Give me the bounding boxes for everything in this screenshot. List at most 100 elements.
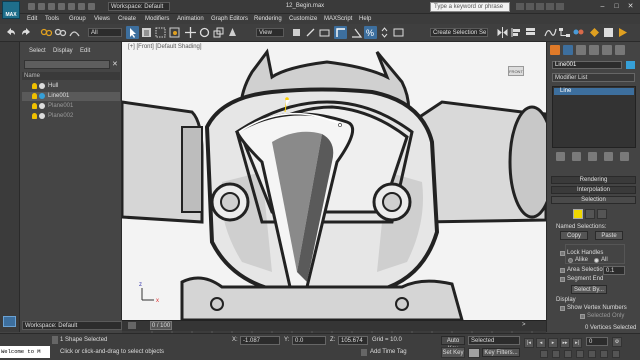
selection-rollout[interactable]: Selection (551, 196, 636, 204)
keyboard-shortcut-override-icon[interactable] (318, 26, 331, 39)
select-by-button[interactable]: Select By... (571, 285, 607, 294)
time-configuration-icon[interactable]: ⚙ (612, 337, 622, 347)
minimize-icon[interactable]: – (596, 1, 609, 12)
time-slider-thumb[interactable]: 0 / 100 (150, 321, 172, 330)
maxscript-listener[interactable]: Welcome to M (0, 346, 50, 358)
x-coordinate-field[interactable]: -1.087 (240, 336, 280, 345)
modify-tab-icon[interactable] (563, 45, 573, 55)
communication-icon[interactable] (536, 3, 544, 10)
named-selection-dropdown[interactable]: Create Selection Se (430, 28, 488, 37)
current-frame-field[interactable]: 0 (586, 337, 608, 346)
menu-graph-editors[interactable]: Graph Editors (211, 14, 248, 24)
window-crossing-icon[interactable] (168, 26, 181, 39)
binoculars-icon[interactable] (516, 3, 524, 10)
schematic-view-icon[interactable] (558, 26, 571, 39)
go-to-start-icon[interactable]: |◂ (524, 338, 534, 348)
show-vertex-numbers-checkbox[interactable] (560, 306, 565, 311)
view-cube[interactable]: FRONT (508, 66, 524, 76)
mirror-icon[interactable] (496, 26, 509, 39)
visibility-icon[interactable] (39, 83, 45, 89)
key-mode-dropdown[interactable]: Selected (468, 336, 520, 345)
utilities-tab-icon[interactable] (615, 45, 625, 55)
configure-modifier-sets-icon[interactable] (620, 152, 629, 161)
edit-named-selection-icon[interactable] (392, 26, 405, 39)
pan-icon[interactable] (588, 350, 596, 358)
z-coordinate-field[interactable]: 105.674 (338, 336, 368, 345)
create-tab-icon[interactable] (550, 45, 560, 55)
scene-column-header[interactable]: Name (22, 72, 120, 80)
menu-create[interactable]: Create (118, 14, 136, 24)
motion-tab-icon[interactable] (589, 45, 599, 55)
layer-explorer-icon[interactable] (524, 26, 537, 39)
key-filters-button[interactable]: Key Filters... (482, 348, 520, 357)
reference-coordinate-dropdown[interactable]: View (256, 28, 284, 37)
remove-modifier-icon[interactable] (604, 152, 613, 161)
workspace-selector[interactable]: Workspace: Default (22, 321, 122, 330)
open-file-icon[interactable] (38, 3, 45, 10)
clear-search-icon[interactable]: ✕ (112, 60, 118, 68)
selection-filter-dropdown[interactable]: All (88, 28, 122, 37)
time-slider[interactable] (122, 320, 546, 331)
go-to-end-icon[interactable]: ▸| (572, 338, 582, 348)
menu-tools[interactable]: Tools (45, 14, 59, 24)
scene-item-hull[interactable]: Hull (22, 82, 120, 91)
spinner-snap-icon[interactable] (378, 26, 391, 39)
modifier-list-dropdown[interactable]: Modifier List (552, 73, 635, 82)
select-and-manipulate-icon[interactable] (304, 26, 317, 39)
object-color-swatch[interactable] (626, 61, 635, 69)
auto-key-button[interactable]: Auto Key (441, 336, 465, 352)
hierarchy-tab-icon[interactable] (576, 45, 586, 55)
menu-maxscript[interactable]: MAXScript (324, 14, 352, 24)
menu-edit[interactable]: Edit (27, 14, 37, 24)
segment-subobject-icon[interactable] (585, 209, 595, 219)
scene-tab-edit[interactable]: Edit (80, 48, 90, 54)
pivot-center-icon[interactable] (290, 26, 303, 39)
move-icon[interactable] (184, 26, 197, 39)
visibility-icon[interactable] (39, 113, 45, 119)
field-of-view-icon[interactable] (576, 350, 584, 358)
curve-editor-icon[interactable] (544, 26, 557, 39)
next-frame-icon[interactable]: ▸▸ (560, 338, 570, 348)
unlink-icon[interactable] (54, 26, 67, 39)
rendered-frame-window-icon[interactable] (602, 26, 615, 39)
render-setup-icon[interactable] (588, 26, 601, 39)
scene-search-input[interactable] (24, 60, 110, 69)
viewport-layout-icon[interactable] (3, 316, 16, 327)
viewport-label[interactable]: [+] [Front] [Default Shading] (128, 44, 202, 50)
play-icon[interactable]: ▸ (548, 338, 558, 348)
app-logo-button[interactable]: MAX (2, 1, 20, 19)
next-frame-icon[interactable]: > (522, 322, 526, 328)
light-bulb-icon[interactable] (32, 113, 37, 119)
display-tab-icon[interactable] (602, 45, 612, 55)
hold-icon[interactable] (78, 3, 85, 10)
segment-end-checkbox[interactable] (560, 277, 565, 282)
scene-item-plane002[interactable]: Plane002 (22, 112, 120, 121)
modifier-stack-item-line[interactable]: Line (554, 88, 634, 95)
front-viewport[interactable]: x z (122, 42, 546, 320)
zoom-all-icon[interactable] (552, 350, 560, 358)
lock-selection-icon[interactable] (52, 336, 58, 344)
all-radio[interactable] (594, 258, 599, 263)
area-selection-checkbox[interactable] (560, 268, 565, 273)
render-production-icon[interactable] (616, 26, 629, 39)
bind-space-warp-icon[interactable] (68, 26, 81, 39)
interpolation-rollout[interactable]: Interpolation (551, 186, 636, 194)
light-bulb-icon[interactable] (32, 103, 37, 109)
rectangular-selection-icon[interactable] (154, 26, 167, 39)
lock-handles-checkbox[interactable] (560, 251, 565, 256)
close-icon[interactable]: ✕ (624, 1, 637, 12)
menu-modifiers[interactable]: Modifiers (145, 14, 169, 24)
maximize-icon[interactable]: □ (610, 1, 623, 12)
link-icon[interactable] (40, 26, 53, 39)
redo-icon[interactable] (68, 3, 75, 10)
rotate-icon[interactable] (198, 26, 211, 39)
help-icon[interactable] (556, 3, 564, 10)
y-coordinate-field[interactable]: 0.0 (292, 336, 326, 345)
rendering-rollout[interactable]: Rendering (551, 176, 636, 184)
menu-group[interactable]: Group (69, 14, 86, 24)
pin-stack-icon[interactable] (556, 152, 565, 161)
favorites-icon[interactable] (546, 3, 554, 10)
place-icon[interactable] (226, 26, 239, 39)
menu-customize[interactable]: Customize (289, 14, 317, 24)
show-end-result-icon[interactable] (572, 152, 581, 161)
